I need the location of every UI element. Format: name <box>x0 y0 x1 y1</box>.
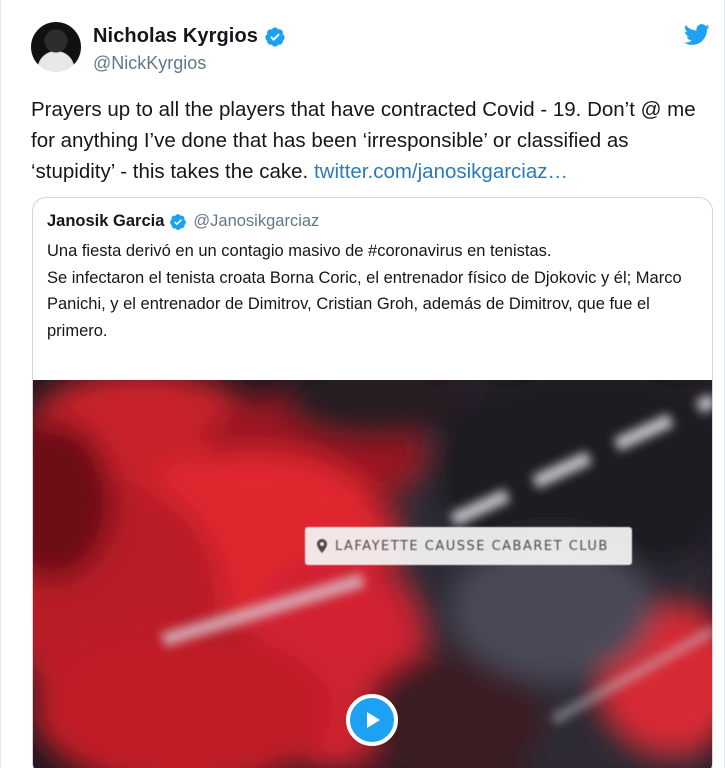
quoted-text-line: Se infectaron el tenista croata Borna Co… <box>47 268 682 340</box>
play-icon <box>367 712 380 728</box>
quoted-tweet[interactable]: Janosik Garcia @Janosikgarciaz Una fiest… <box>32 197 713 768</box>
quoted-author-handle[interactable]: @Janosikgarciaz <box>193 212 319 231</box>
author-name[interactable]: Nicholas Kyrgios <box>93 25 258 48</box>
verified-badge-icon <box>170 213 187 230</box>
tweet-link[interactable]: twitter.com/janosikgarciaz… <box>314 160 568 183</box>
tweet-header: Nicholas Kyrgios @NickKyrgios <box>31 22 714 76</box>
location-pin-icon <box>317 539 327 553</box>
author-name-row: Nicholas Kyrgios <box>93 25 286 48</box>
author-handle[interactable]: @NickKyrgios <box>93 53 206 74</box>
quoted-tweet-header: Janosik Garcia @Janosikgarciaz <box>47 212 319 231</box>
location-label: LAFAYETTE CAUSSE CABARET CLUB <box>335 538 609 554</box>
quoted-tweet-text: Una fiesta derivó en un contagio masivo … <box>47 238 707 344</box>
verified-badge-icon <box>265 26 285 47</box>
tweet-text: Prayers up to all the players that have … <box>31 94 711 187</box>
quoted-author-name[interactable]: Janosik Garcia <box>47 212 164 231</box>
avatar[interactable] <box>31 22 81 72</box>
quoted-text-line: Una fiesta derivó en un contagio masivo … <box>47 242 552 260</box>
location-tag: LAFAYETTE CAUSSE CABARET CLUB <box>305 527 632 565</box>
twitter-bird-icon[interactable] <box>684 24 710 46</box>
play-button[interactable] <box>346 694 398 746</box>
video-thumbnail[interactable]: LAFAYETTE CAUSSE CABARET CLUB <box>33 380 712 768</box>
embedded-tweet-card: Nicholas Kyrgios @NickKyrgios Prayers up… <box>0 0 725 768</box>
